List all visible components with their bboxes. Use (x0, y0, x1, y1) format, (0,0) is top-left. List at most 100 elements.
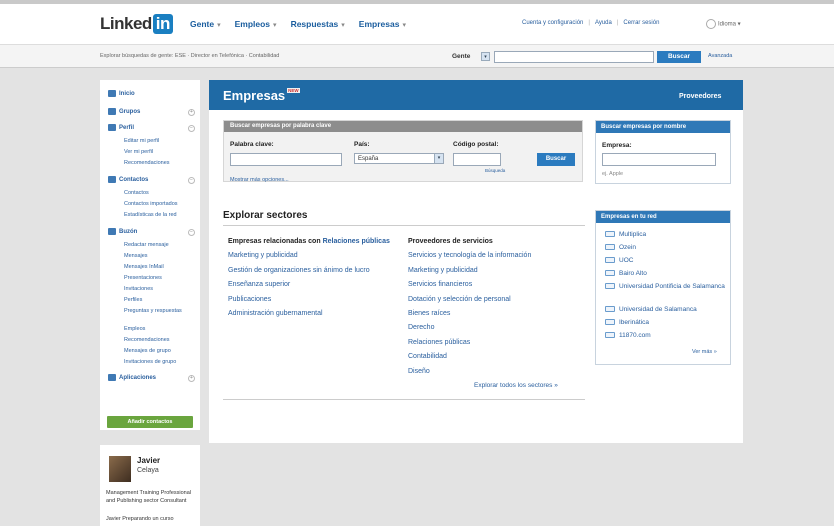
sector-link[interactable]: Derecho (408, 324, 434, 331)
nav-empleos[interactable]: Empleos ▾ (235, 19, 277, 29)
collapse-toggle[interactable]: − (188, 125, 195, 132)
company-icon (605, 319, 615, 325)
sidebar-sub-perfiles[interactable]: Perfiles (124, 297, 142, 303)
language-selector[interactable]: Idioma ▾ (706, 19, 741, 29)
company-item[interactable]: Universidad Pontificia de Salamanca (605, 282, 725, 291)
sidebar-sub-inmail[interactable]: Mensajes InMail (124, 264, 164, 270)
sector-link[interactable]: Enseñanza superior (228, 281, 290, 288)
sector-link[interactable]: Relaciones públicas (408, 339, 470, 346)
sector-link[interactable]: Gestión de organizaciones sin ánimo de l… (228, 267, 370, 274)
more-options-link[interactable]: Mostrar más opciones... (230, 177, 289, 183)
sector-link[interactable]: Marketing y publicidad (228, 252, 298, 259)
sector-link[interactable]: Publicaciones (228, 296, 271, 303)
chevron-down-icon[interactable]: ▾ (217, 22, 221, 29)
sidebar-item-buzon[interactable]: Buzón (108, 228, 137, 235)
sector-link[interactable]: Marketing y publicidad (408, 267, 478, 274)
sectors-column-2: Proveedores de servicios Servicios y tec… (408, 235, 588, 379)
company-item[interactable]: Universidad de Salamanca (605, 305, 697, 314)
chevron-down-icon[interactable]: ▾ (402, 22, 406, 29)
sidebar-item-grupos[interactable]: Grupos (108, 108, 140, 115)
help-link[interactable]: Ayuda (595, 20, 612, 26)
keyword-search-heading: Buscar empresas por palabra clave (224, 121, 582, 132)
company-name-input[interactable] (602, 153, 716, 166)
sidebar-sub-estadisticas[interactable]: Estadísticas de la red (124, 212, 177, 218)
sector-link[interactable]: Diseño (408, 368, 430, 375)
keyword-input[interactable] (230, 153, 342, 166)
keyword-label: Palabra clave: (230, 141, 274, 148)
profile-first-name[interactable]: Javier (137, 456, 160, 465)
company-item[interactable]: 11870.com (605, 331, 651, 340)
sidebar-sub-invitaciones[interactable]: Invitaciones (124, 286, 153, 292)
apps-icon (108, 374, 116, 381)
chevron-down-icon[interactable]: ▾ (273, 22, 277, 29)
linkedin-logo[interactable]: Linked in (100, 14, 173, 34)
keyword-search-button[interactable]: Buscar (537, 153, 575, 166)
sidebar-sub-mensajes-grupo[interactable]: Mensajes de grupo (124, 348, 171, 354)
chevron-down-icon[interactable]: ▾ (341, 22, 345, 29)
postal-lookup-link[interactable]: Búsqueda (485, 168, 505, 173)
logout-link[interactable]: Cerrar sesión (623, 20, 659, 26)
sidebar-item-inicio[interactable]: Inicio (108, 90, 135, 97)
sectors-col2-heading: Proveedores de servicios (408, 238, 493, 245)
sidebar-sub-empleos[interactable]: Empleos (124, 326, 145, 332)
account-settings-link[interactable]: Cuenta y configuración (522, 20, 583, 26)
sector-link[interactable]: Administración gubernamental (228, 310, 323, 317)
profile-last-name[interactable]: Celaya (137, 467, 159, 474)
company-item[interactable]: UOC (605, 256, 633, 265)
search-suggestions[interactable]: Explorar búsquedas de gente: ESE · Direc… (100, 53, 279, 59)
name-search-box: Buscar empresas por nombre Empresa: ej. … (595, 120, 731, 184)
sidebar-sub-contactos[interactable]: Contactos (124, 190, 149, 196)
sidebar-item-perfil[interactable]: Perfil (108, 124, 134, 131)
company-icon (605, 231, 615, 237)
top-stripe (0, 0, 834, 4)
add-contacts-button[interactable]: Añadir contactos (107, 416, 193, 428)
companies-header: Empresas NEW Proveedores (209, 80, 743, 110)
inbox-icon (108, 228, 116, 235)
sidebar-sub-mensajes[interactable]: Mensajes (124, 253, 148, 259)
see-more-link[interactable]: Ver más » (692, 349, 717, 355)
company-item[interactable]: Iberinática (605, 318, 649, 327)
expand-toggle[interactable]: + (188, 375, 195, 382)
chevron-down-icon[interactable]: ▾ (434, 154, 443, 163)
sector-link[interactable]: Servicios financieros (408, 281, 472, 288)
company-item[interactable]: Bairo Alto (605, 269, 647, 278)
company-item[interactable]: Ozein (605, 243, 636, 252)
top-search-input[interactable] (494, 51, 654, 63)
postal-code-input[interactable] (453, 153, 501, 166)
company-name-label: Empresa: (602, 142, 632, 149)
nav-gente[interactable]: Gente ▾ (190, 19, 221, 29)
country-select[interactable]: España ▾ (354, 153, 444, 164)
search-scope-label[interactable]: Gente (452, 53, 470, 60)
sidebar-sub-presentaciones[interactable]: Presentaciones (124, 275, 162, 281)
sidebar-sub-contactos-importados[interactable]: Contactos importados (124, 201, 178, 207)
collapse-toggle[interactable]: − (188, 177, 195, 184)
sidebar-sub-editar-perfil[interactable]: Editar mi perfil (124, 138, 159, 144)
page-title: Empresas NEW (223, 88, 300, 103)
sector-link[interactable]: Contabilidad (408, 353, 447, 360)
sector-link[interactable]: Servicios y tecnología de la información (408, 252, 531, 259)
sector-link[interactable]: Bienes raíces (408, 310, 450, 317)
advanced-search-link[interactable]: Avanzada (708, 53, 732, 59)
avatar[interactable] (109, 456, 131, 482)
related-sector-link[interactable]: Relaciones públicas (323, 238, 390, 245)
chevron-down-icon[interactable]: ▾ (481, 52, 490, 61)
explore-all-sectors-link[interactable]: Explorar todos los sectores » (474, 382, 558, 389)
nav-respuestas[interactable]: Respuestas ▾ (291, 19, 345, 29)
company-item[interactable]: Multiplica (605, 230, 646, 239)
sidebar-item-contactos[interactable]: Contactos (108, 176, 148, 183)
explore-sectors-title: Explorar sectores (223, 210, 308, 221)
sidebar-sub-recomendaciones-buzon[interactable]: Recomendaciones (124, 337, 170, 343)
collapse-toggle[interactable]: − (188, 229, 195, 236)
sidebar-item-aplicaciones[interactable]: Aplicaciones (108, 374, 156, 381)
sector-link[interactable]: Dotación y selección de personal (408, 296, 511, 303)
sidebar-sub-preguntas[interactable]: Preguntas y respuestas (124, 308, 184, 315)
sidebar-sub-ver-perfil[interactable]: Ver mi perfil (124, 149, 153, 155)
profile-headline: Management Training Professional and Pub… (106, 490, 191, 504)
top-search-button[interactable]: Buscar (657, 51, 701, 63)
sidebar-sub-redactar[interactable]: Redactar mensaje (124, 242, 169, 248)
sidebar-sub-invitaciones-grupo[interactable]: Invitaciones de grupo (124, 359, 176, 365)
nav-empresas[interactable]: Empresas ▾ (359, 19, 406, 29)
providers-link[interactable]: Proveedores (679, 93, 721, 100)
expand-toggle[interactable]: + (188, 109, 195, 116)
sidebar-sub-recomendaciones[interactable]: Recomendaciones (124, 160, 170, 166)
